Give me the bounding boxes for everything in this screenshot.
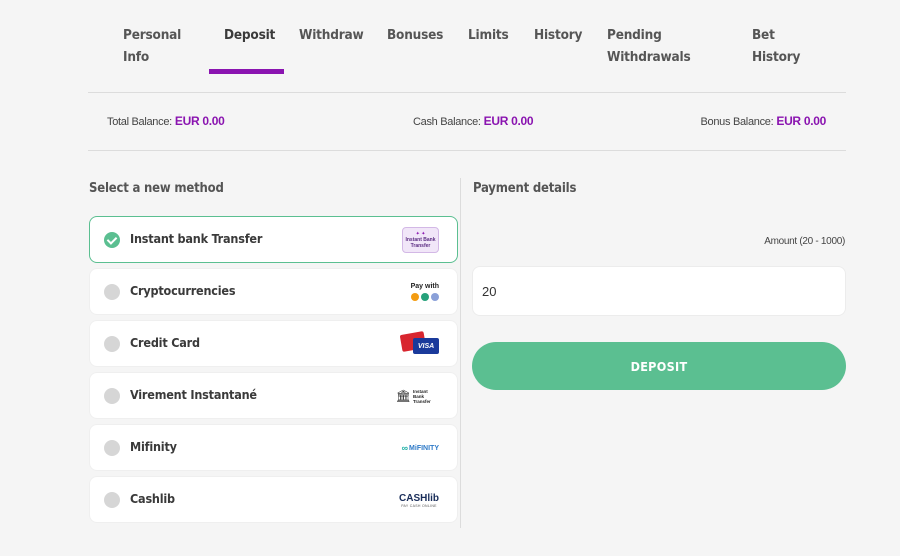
methods-title: Select a new method (89, 181, 224, 196)
amount-input[interactable] (472, 266, 846, 316)
radio-icon (104, 336, 120, 352)
method-instant-bank-transfer[interactable]: Instant bank Transfer ✦ ✦ Instant Bank T… (89, 216, 458, 263)
tab-bet-history[interactable]: Bet History (752, 24, 800, 68)
method-credit-card[interactable]: Credit Card VISA (89, 320, 458, 367)
check-icon (104, 232, 120, 248)
account-tabs: Personal Info Deposit Withdraw Bonuses Li… (88, 0, 846, 93)
tab-pending-withdrawals[interactable]: Pending Withdrawals (607, 24, 691, 68)
tab-withdraw[interactable]: Withdraw (299, 24, 364, 46)
radio-icon (104, 440, 120, 456)
cash-balance: Cash Balance: EUR 0.00 (413, 114, 534, 128)
deposit-button[interactable]: DEPOSIT (472, 342, 846, 390)
column-divider (460, 178, 461, 528)
method-cashlib[interactable]: Cashlib CASHlib PAY CASH ONLINE (89, 476, 458, 523)
bank-building-logo: 🏛 Instant Bank Transfer (395, 388, 431, 404)
amount-label: Amount (20 - 1000) (764, 236, 845, 247)
tab-personal-info[interactable]: Personal Info (123, 24, 181, 68)
mifinity-logo: ∞ MiFINITY (401, 443, 439, 453)
radio-icon (104, 284, 120, 300)
total-balance: Total Balance: EUR 0.00 (107, 114, 225, 128)
cashlib-logo: CASHlib PAY CASH ONLINE (399, 492, 439, 508)
tab-limits[interactable]: Limits (468, 24, 509, 46)
radio-icon (104, 388, 120, 404)
bonus-balance: Bonus Balance: EUR 0.00 (700, 114, 827, 128)
tab-bonuses[interactable]: Bonuses (387, 24, 443, 46)
tab-history[interactable]: History (534, 24, 582, 46)
method-virement-instantane[interactable]: Virement Instantané 🏛 Instant Bank Trans… (89, 372, 458, 419)
crypto-logo: Pay with (411, 279, 439, 305)
instant-bank-transfer-logo: ✦ ✦ Instant Bank Transfer (402, 227, 439, 253)
method-mifinity[interactable]: Mifinity ∞ MiFINITY (89, 424, 458, 471)
payment-details-title: Payment details (473, 181, 577, 196)
method-cryptocurrencies[interactable]: Cryptocurrencies Pay with (89, 268, 458, 315)
tab-deposit[interactable]: Deposit (224, 24, 275, 46)
visa-card-logo: VISA (399, 331, 439, 357)
active-tab-indicator (209, 69, 284, 74)
radio-icon (104, 492, 120, 508)
balance-bar: Total Balance: EUR 0.00 Cash Balance: EUR … (88, 93, 846, 151)
